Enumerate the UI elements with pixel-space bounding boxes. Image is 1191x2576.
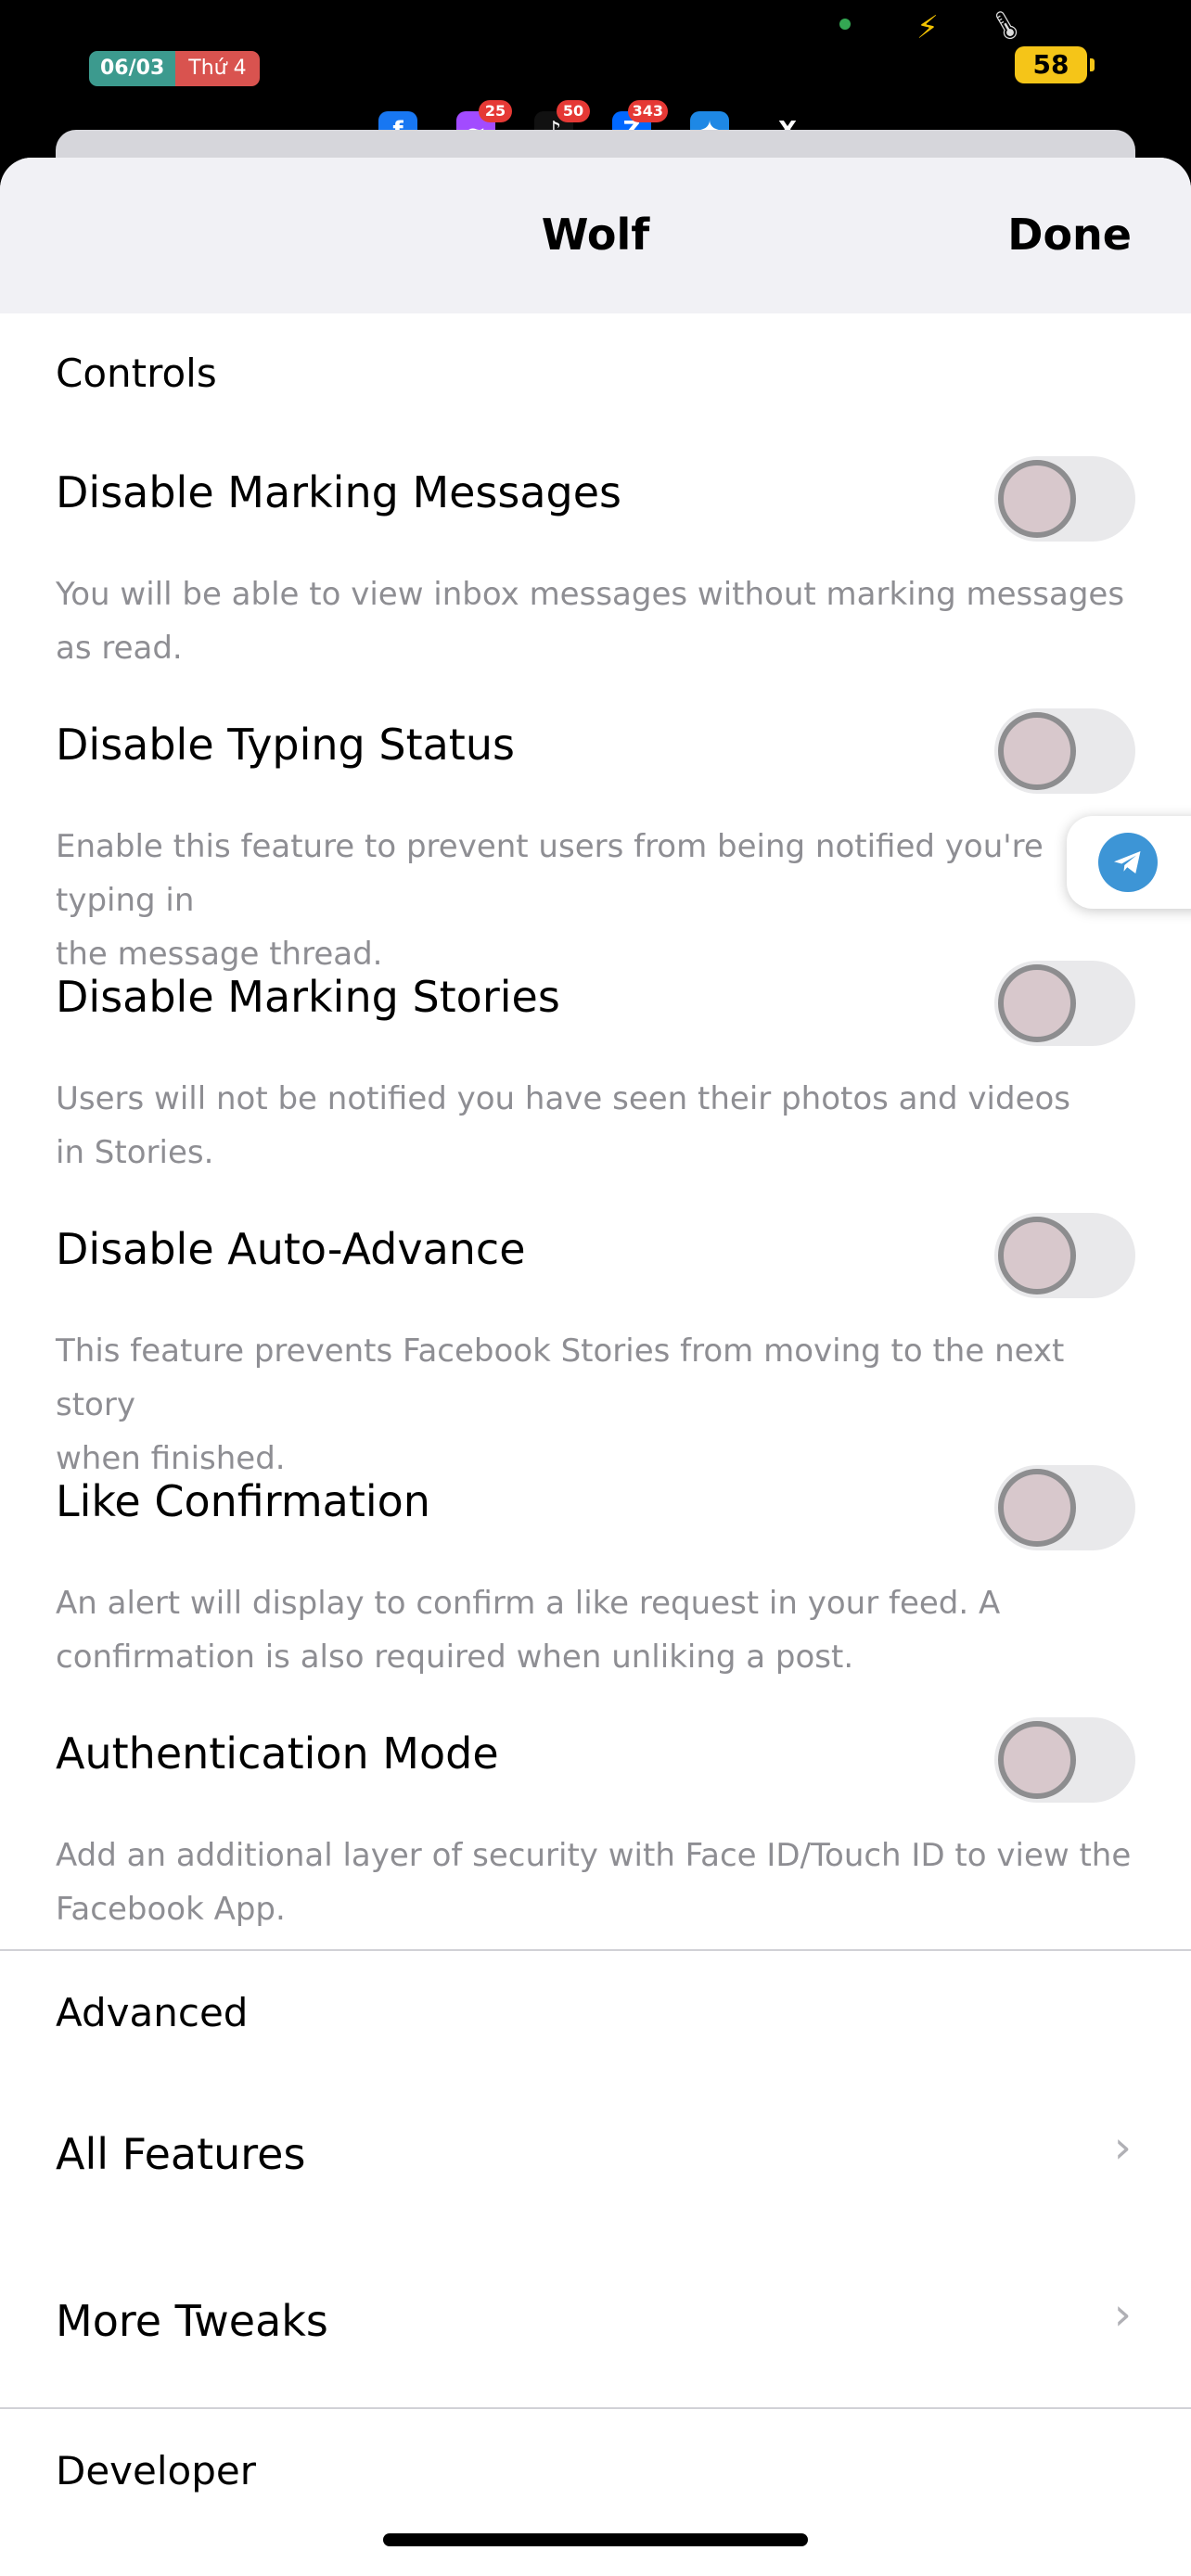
desc-line: Users will not be notified you have seen… xyxy=(56,1080,1071,1117)
setting-title-disable-marking-messages: Disable Marking Messages xyxy=(56,467,622,517)
section-divider xyxy=(0,1949,1191,1951)
section-header-advanced: Advanced xyxy=(56,1990,249,2035)
setting-desc-authentication-mode: Add an additional layer of security with… xyxy=(56,1829,1141,1936)
setting-title-disable-auto-advance: Disable Auto-Advance xyxy=(56,1224,526,1274)
chevron-right-icon: › xyxy=(1113,2122,1132,2174)
home-indicator[interactable] xyxy=(383,2533,808,2546)
battery-indicator: 58 xyxy=(1015,46,1095,83)
toggle-disable-marking-stories[interactable] xyxy=(994,961,1135,1046)
section-header-developer: Developer xyxy=(56,2448,257,2493)
notification-count-badge: 25 xyxy=(479,100,512,122)
setting-desc-disable-marking-stories: Users will not be notified you have seen… xyxy=(56,1072,1141,1180)
thermometer-icon: 🌡 xyxy=(980,0,1031,50)
settings-sheet: Wolf Done Controls Disable Marking Messa… xyxy=(0,158,1191,2576)
notification-count-badge: 343 xyxy=(627,100,668,122)
toggle-disable-typing-status[interactable] xyxy=(994,708,1135,794)
desc-line: as read. xyxy=(56,630,183,667)
toggle-authentication-mode[interactable] xyxy=(994,1717,1135,1803)
setting-desc-like-confirmation: An alert will display to confirm a like … xyxy=(56,1576,1141,1684)
setting-desc-disable-typing-status: Enable this feature to prevent users fro… xyxy=(56,820,1141,981)
toggle-knob xyxy=(998,964,1076,1042)
desc-line: This feature prevents Facebook Stories f… xyxy=(56,1333,1065,1423)
setting-title-disable-typing-status: Disable Typing Status xyxy=(56,720,515,770)
desc-line: Add an additional layer of security with… xyxy=(56,1837,1132,1874)
done-button[interactable]: Done xyxy=(1007,210,1132,260)
toggle-knob xyxy=(998,460,1076,538)
notification-count-badge: 50 xyxy=(557,100,590,122)
toggle-knob xyxy=(998,1217,1076,1294)
desc-line: Enable this feature to prevent users fro… xyxy=(56,828,1044,919)
charging-bolt-icon: ⚡ xyxy=(916,9,939,46)
desc-line: Facebook App. xyxy=(56,1891,286,1928)
weekday-label: Thứ 4 xyxy=(175,51,260,86)
setting-title-disable-marking-stories: Disable Marking Stories xyxy=(56,972,560,1022)
floating-telegram-button[interactable] xyxy=(1067,816,1191,909)
desc-line: confirmation is also required when unlik… xyxy=(56,1639,854,1676)
setting-title-authentication-mode: Authentication Mode xyxy=(56,1728,499,1779)
setting-title-like-confirmation: Like Confirmation xyxy=(56,1476,430,1526)
toggle-disable-marking-messages[interactable] xyxy=(994,456,1135,542)
navigation-bar: Wolf Done xyxy=(0,158,1191,313)
privacy-indicator-dot xyxy=(839,19,851,30)
toggle-knob xyxy=(998,1469,1076,1547)
nav-row-more-tweaks[interactable]: More Tweaks xyxy=(56,2296,328,2346)
toggle-like-confirmation[interactable] xyxy=(994,1465,1135,1550)
section-header-controls: Controls xyxy=(56,351,217,396)
chevron-right-icon: › xyxy=(1113,2289,1132,2340)
desc-line: An alert will display to confirm a like … xyxy=(56,1585,1001,1622)
setting-desc-disable-auto-advance: This feature prevents Facebook Stories f… xyxy=(56,1324,1141,1486)
desc-line: You will be able to view inbox messages … xyxy=(56,576,1125,613)
nav-row-all-features[interactable]: All Features xyxy=(56,2129,305,2179)
toggle-disable-auto-advance[interactable] xyxy=(994,1213,1135,1298)
desc-line: in Stories. xyxy=(56,1134,214,1171)
date-label: 06/03 xyxy=(89,51,176,86)
telegram-icon xyxy=(1098,833,1158,892)
date-badge: 06/03 Thứ 4 xyxy=(89,51,260,86)
setting-desc-disable-marking-messages: You will be able to view inbox messages … xyxy=(56,567,1141,675)
toggle-knob xyxy=(998,1721,1076,1799)
toggle-knob xyxy=(998,712,1076,790)
section-divider xyxy=(0,2407,1191,2409)
